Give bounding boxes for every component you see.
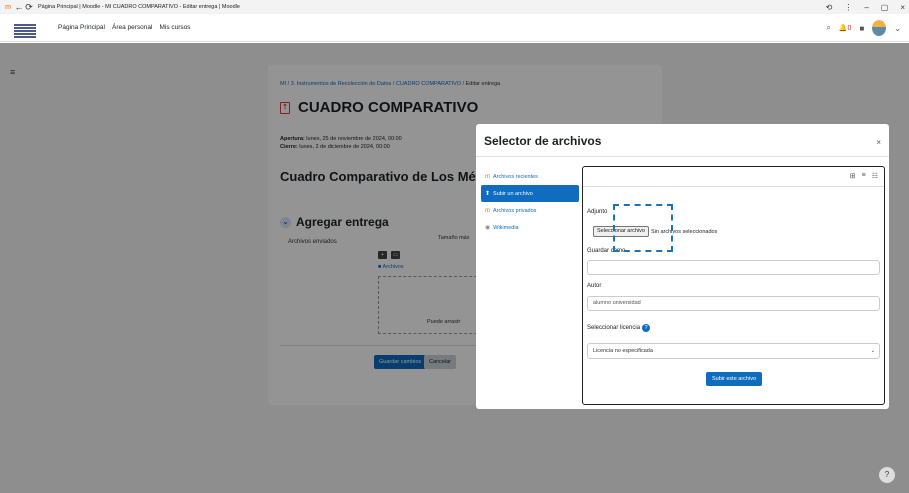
highlight-annotation xyxy=(613,204,673,252)
navbar: Página Principal Área personal Mis curso… xyxy=(0,14,909,42)
minimize-icon[interactable]: – xyxy=(864,3,868,12)
moodle-favicon-icon: m xyxy=(5,3,11,11)
file-picker-modal: Selector de archivos × m Archivos recient… xyxy=(476,124,889,409)
repo-upload-file[interactable]: ⬆ Subir un archivo xyxy=(481,185,579,202)
list-view-icon[interactable]: ≡ xyxy=(862,172,866,180)
private-files-icon: m xyxy=(485,207,490,214)
repo-label: Archivos recientes xyxy=(493,173,538,180)
upload-panel: ⊞ ≡ ☷ Adjunto Seleccionar archivo Sin ar… xyxy=(582,166,885,405)
search-icon[interactable]: ⌕ xyxy=(826,23,830,33)
back-icon[interactable]: ← xyxy=(14,2,24,12)
modal-title: Selector de archivos xyxy=(484,134,602,148)
maximize-icon[interactable]: ▢ xyxy=(881,3,889,12)
reload-icon[interactable]: ⟳ xyxy=(24,2,34,13)
help-button[interactable]: ? xyxy=(879,467,895,483)
nav-dashboard-link[interactable]: Área personal xyxy=(112,24,152,31)
panel-toolbar: ⊞ ≡ ☷ xyxy=(583,167,884,187)
notifications-icon[interactable]: 🔔0 xyxy=(839,24,852,32)
extensions-icon[interactable]: ⟲ xyxy=(826,3,833,12)
close-icon[interactable]: × xyxy=(876,138,881,147)
nav-courses-link[interactable]: Mis cursos xyxy=(159,24,190,31)
repo-private-files[interactable]: m Archivos privados xyxy=(481,202,579,219)
modal-divider xyxy=(476,156,889,157)
licencia-label-text: Seleccionar licencia xyxy=(587,325,641,331)
grid-view-icon[interactable]: ⊞ xyxy=(850,172,856,180)
user-avatar[interactable] xyxy=(872,20,887,36)
adjunto-label: Adjunto xyxy=(587,209,608,215)
repo-wikimedia[interactable]: ◉ Wikimedia xyxy=(481,219,579,236)
wikimedia-icon: ◉ xyxy=(485,225,491,231)
autor-input[interactable]: alumno universidad xyxy=(587,296,880,311)
close-window-icon[interactable]: × xyxy=(900,3,905,12)
nav-home-link[interactable]: Página Principal xyxy=(58,24,105,31)
chevron-down-icon: ⌄ xyxy=(870,348,875,354)
messages-icon[interactable]: ■ xyxy=(859,24,864,33)
chevron-down-icon[interactable]: ⌄ xyxy=(894,24,901,33)
primary-navigation: Página Principal Área personal Mis curso… xyxy=(58,24,191,31)
upload-icon: ⬆ xyxy=(485,191,491,197)
window-title: Página Principal | Moodle - MI CUADRO CO… xyxy=(38,4,240,10)
navbar-right: ⌕ 🔔0 ■ ⌄ xyxy=(826,14,901,42)
repository-list: m Archivos recientes ⬆ Subir un archivo mA… xyxy=(481,168,579,236)
tree-view-icon[interactable]: ☷ xyxy=(872,172,878,180)
guardar-como-input[interactable] xyxy=(587,260,880,275)
window-titlebar: m ← ⟳ Página Principal | Moodle - MI CUA… xyxy=(0,0,909,14)
window-controls: ⟲ ⋮ – ▢ × xyxy=(826,0,905,14)
repo-label: Wikimedia xyxy=(493,224,519,231)
recent-files-icon: m xyxy=(485,173,490,180)
licencia-value: Licencia no especificada xyxy=(593,348,653,354)
menu-icon[interactable]: ⋮ xyxy=(844,3,852,12)
licencia-label: Seleccionar licencia? xyxy=(587,324,651,332)
upload-file-button[interactable]: Subir este archivo xyxy=(706,372,763,386)
site-logo[interactable] xyxy=(14,18,36,38)
repo-recent-files[interactable]: m Archivos recientes xyxy=(481,168,579,185)
help-icon[interactable]: ? xyxy=(642,324,651,332)
view-switcher: ⊞ ≡ ☷ xyxy=(850,172,878,180)
notifications-badge: 0 xyxy=(847,25,852,32)
autor-label: Autor xyxy=(587,283,602,289)
repo-label: Subir un archivo xyxy=(493,190,533,197)
licencia-select[interactable]: Licencia no especificada ⌄ xyxy=(587,343,880,359)
repo-label: Archivos privados xyxy=(493,207,537,214)
